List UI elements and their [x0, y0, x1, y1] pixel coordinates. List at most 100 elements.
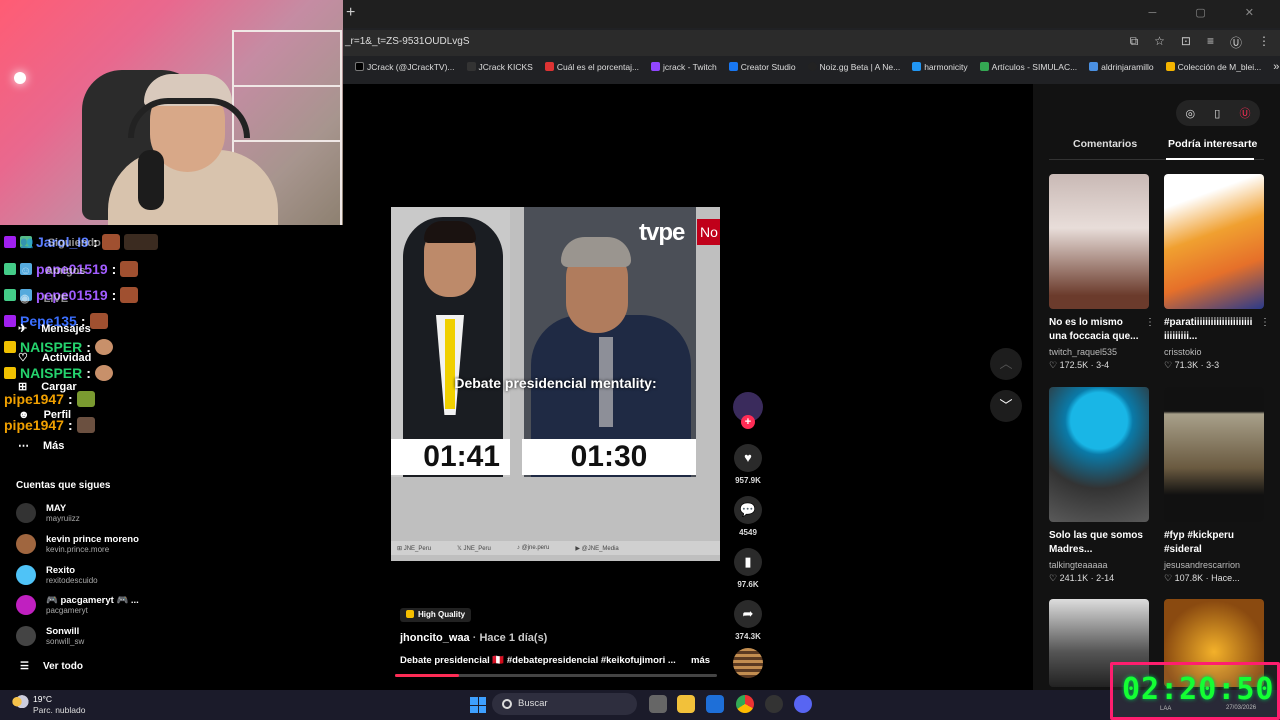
video-player[interactable]: tvpe No 01:41 01:30 ⊞ JNE_Peru 𝕏 JNE_Per… [391, 207, 720, 561]
mobile-icon[interactable]: ▯ [1214, 107, 1220, 120]
see-all-link[interactable]: ☰ Ver todo [20, 661, 83, 672]
share-button[interactable]: ➦ 374.3K [730, 600, 766, 641]
progress-fill [395, 674, 460, 677]
bookmark-item[interactable]: JCrack KICKS [466, 62, 533, 72]
avatar [16, 626, 36, 646]
bookmarks-overflow[interactable]: » [1273, 61, 1280, 73]
live-icon: ◉ [20, 293, 30, 305]
tab-strip [343, 0, 1280, 28]
tiktok-logo-icon[interactable]: Ⓤ [1239, 105, 1250, 121]
recommended-card[interactable]: No es lo mismo una foccacia que... twitc… [1049, 174, 1155, 371]
channel-tag: No [697, 219, 720, 245]
kebab-menu-icon[interactable]: ⋮ [1258, 34, 1270, 51]
tab-comments[interactable]: Comentarios [1073, 138, 1137, 150]
following-icon: 👥 [20, 237, 34, 249]
thumbnail[interactable] [1049, 174, 1149, 309]
comment-icon: 💬 [734, 496, 762, 524]
video-overlay-text: Debate presidencial mentality: [454, 375, 657, 391]
nav-messages[interactable]: ✈ Mensajes [18, 322, 91, 336]
heart-icon: ♡ [1164, 360, 1173, 370]
app-icon[interactable] [765, 695, 783, 713]
bookmark-star-icon[interactable]: ☆ [1154, 34, 1165, 51]
active-tab-indicator [1166, 158, 1254, 160]
bookmark-item[interactable]: Cuál es el porcentaj... [544, 62, 639, 72]
nav-live[interactable]: ◉ LIVE [20, 292, 68, 306]
window-controls[interactable]: ─ ▢ ✕ [1148, 6, 1272, 19]
bookmark-item[interactable]: Colección de M_blei... [1165, 62, 1261, 72]
followed-account[interactable]: Rexito rexitodescuido [16, 565, 98, 585]
like-button[interactable]: ♥ 957.9K [730, 444, 766, 485]
profile-icon[interactable]: Ⓤ [1230, 34, 1242, 51]
taskbar-search[interactable]: Buscar [492, 693, 637, 715]
weather-temp[interactable]: 19°C [33, 694, 52, 704]
install-app-icon[interactable]: ⧉ [1130, 34, 1139, 51]
heart-icon: ♡ [1049, 573, 1058, 583]
discord-icon[interactable] [794, 695, 812, 713]
webcam-overlay [0, 0, 343, 225]
sidebar-toolbar: ◎ ▯ Ⓤ [1176, 100, 1260, 126]
nav-profile[interactable]: ☻ Perfil [18, 409, 71, 421]
video-description: Debate presidencial 🇵🇪 #debatepresidenci… [400, 655, 676, 666]
followed-account[interactable]: 🎮 pacgameryt 🎮 ... pacgameryt [16, 595, 139, 615]
card-menu-icon[interactable]: ⋮ [1145, 317, 1155, 328]
nav-upload[interactable]: ⊞ Cargar [18, 380, 77, 394]
avatar [16, 534, 36, 554]
bookmark-item[interactable]: Artículos - SIMULAC... [979, 62, 1077, 72]
bookmark-item[interactable]: jcrack - Twitch [651, 62, 717, 72]
save-button[interactable]: ▮ 97.6K [730, 548, 766, 589]
hq-icon [406, 610, 414, 618]
nav-activity[interactable]: ♡ Actividad [18, 351, 91, 365]
system-date: 27/03/2026 [1226, 705, 1257, 711]
recommended-card[interactable]: #fyp #kickperu #sideral jesusandrescarri… [1164, 387, 1264, 584]
file-explorer-icon[interactable] [677, 695, 695, 713]
comment-button[interactable]: 💬 4549 [730, 496, 766, 537]
avatar [16, 595, 36, 615]
weather-icon[interactable] [10, 694, 30, 708]
followed-accounts-title: Cuentas que sigues [16, 480, 111, 491]
nav-following[interactable]: 👥 Siguiendo [20, 236, 101, 250]
search-icon [502, 699, 512, 709]
recommended-card[interactable]: Solo las que somos Madres... talkingteaa… [1049, 387, 1149, 584]
list-icon: ☰ [20, 661, 29, 672]
followed-account[interactable]: kevin prince moreno kevin.prince.more [16, 534, 139, 554]
bookmark-item[interactable]: aldrinjaramillo [1089, 62, 1154, 72]
upload-icon: ⊞ [18, 381, 28, 393]
followed-account[interactable]: Sonwill sonwill_sw [16, 626, 84, 646]
bookmark-item[interactable]: Noiz.gg Beta | A Ne... [807, 62, 900, 72]
nav-more[interactable]: ⋯ Más [18, 439, 64, 453]
compass-icon[interactable]: ◎ [1186, 107, 1196, 120]
share-icon: ➦ [734, 600, 762, 628]
bookmark-item[interactable]: Creator Studio [728, 62, 796, 72]
task-view-icon[interactable] [649, 695, 667, 713]
tab-recommended[interactable]: Podría interesarte [1168, 138, 1257, 150]
messages-icon: ✈ [18, 323, 28, 335]
video-progress-bar[interactable] [395, 674, 717, 677]
more-icon: ⋯ [18, 440, 29, 452]
new-tab-button[interactable]: + [346, 4, 360, 22]
quality-badge: High Quality [400, 608, 472, 622]
chrome-icon[interactable] [736, 695, 754, 713]
reading-list-icon[interactable]: ≡ [1207, 34, 1214, 51]
card-menu-icon[interactable]: ⋮ [1260, 317, 1270, 328]
mail-icon[interactable] [706, 695, 724, 713]
music-disc[interactable] [733, 648, 763, 678]
thumbnail[interactable] [1049, 387, 1149, 522]
followed-account[interactable]: MAY mayruiizz [16, 503, 80, 523]
recommended-card[interactable]: #paratiiiiiiiiiiiiiiiiiiiii iiiiiiiii...… [1164, 174, 1270, 371]
url-text[interactable]: _r=1&_t=ZS-9531OUDLvgS [345, 36, 470, 47]
video-author[interactable]: jhoncito_waa · Hace 1 día(s) [400, 632, 547, 644]
follow-plus-icon[interactable]: + [741, 415, 755, 429]
thumbnail[interactable] [1164, 174, 1264, 309]
channel-logo: tvpe [639, 219, 685, 246]
more-link[interactable]: más [691, 655, 710, 666]
nav-friends[interactable]: ☺ Amigos [20, 265, 86, 277]
thumbnail[interactable] [1164, 387, 1264, 522]
previous-video-button[interactable]: ︿ [990, 348, 1022, 380]
friends-icon: ☺ [20, 265, 32, 277]
next-video-button[interactable]: ﹀ [990, 390, 1022, 422]
bookmark-item[interactable]: harmonicity [912, 62, 968, 72]
bookmark-item[interactable]: JCrack (@JCrackTV)... [355, 62, 455, 72]
weather-desc[interactable]: Parc. nublado [33, 705, 85, 715]
extensions-icon[interactable]: ⊡ [1181, 34, 1191, 51]
windows-start-icon[interactable] [470, 697, 486, 713]
